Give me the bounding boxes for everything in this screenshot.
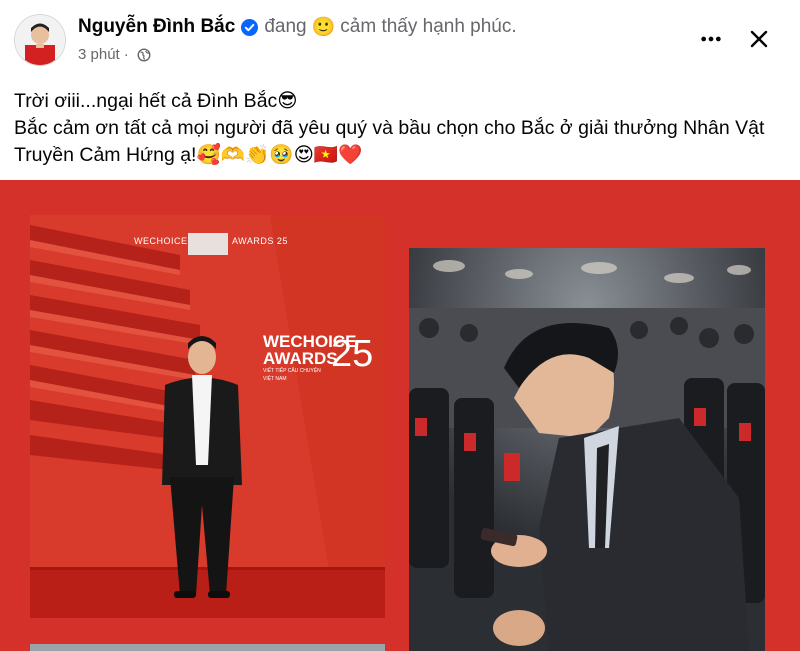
post-body: Trời ơiii...ngại hết cả Đình Bắc😎 Bắc cả…: [14, 88, 784, 169]
award-logo: WECHOICE AWARDS VIẾT TIẾP CÂU CHUYỆN VIỆ…: [263, 333, 373, 383]
meta-separator: ·: [123, 46, 129, 63]
feeling-text[interactable]: cảm thấy hạnh phúc.: [340, 16, 516, 38]
post-timestamp[interactable]: 3 phút: [78, 46, 120, 63]
logo-tagline: VIẾT TIẾP CÂU CHUYỆN VIỆT NAM: [263, 368, 321, 382]
post-text-line-2: Bắc cảm ơn tất cả mọi người đã yêu quý v…: [14, 117, 765, 166]
more-options-button[interactable]: [694, 22, 728, 56]
author-line: Nguyễn Đình Bắc đang 🙂 cảm thấy hạnh phú…: [78, 15, 517, 39]
verified-badge-icon: [241, 18, 259, 36]
brand-left-text: WECHOICE: [134, 236, 188, 246]
author-name[interactable]: Nguyễn Đình Bắc: [78, 16, 235, 38]
post-media: WECHOICE AWARDS 25 WECHOICE AWARDS VIẾT …: [0, 180, 800, 651]
next-photo-strip: [30, 644, 385, 651]
author-avatar[interactable]: [14, 14, 66, 66]
close-button[interactable]: [742, 22, 776, 56]
photo-red-carpet[interactable]: WECHOICE AWARDS 25 WECHOICE AWARDS VIẾT …: [30, 215, 385, 618]
more-options-icon: [701, 36, 721, 42]
brand-right-text: AWARDS 25: [232, 236, 288, 246]
logo-number: 25: [331, 333, 374, 375]
post-text-line-1: Trời ơiii...ngại hết cả Đình Bắc😎: [14, 90, 298, 112]
photo-seated[interactable]: [409, 248, 765, 651]
feeling-prefix: đang: [264, 16, 307, 37]
globe-icon[interactable]: [137, 48, 151, 62]
feeling-emoji: 🙂: [311, 17, 336, 38]
close-icon: [750, 30, 768, 48]
post-meta: 3 phút ·: [78, 46, 151, 63]
post-header: Nguyễn Đình Bắc đang 🙂 cảm thấy hạnh phú…: [0, 0, 800, 74]
